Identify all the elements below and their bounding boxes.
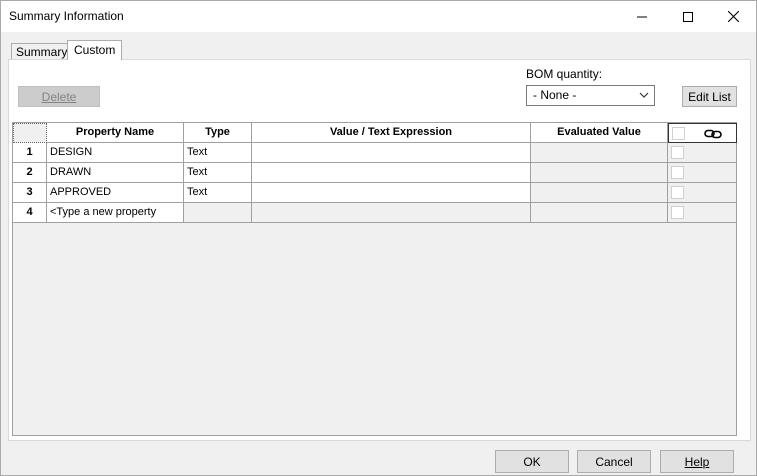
type-cell[interactable]: Text — [184, 143, 252, 163]
cancel-button[interactable]: Cancel — [577, 450, 651, 473]
column-header-evaluated-value[interactable]: Evaluated Value — [531, 123, 668, 143]
row-number[interactable]: 4 — [13, 203, 47, 223]
maximize-icon — [683, 11, 693, 22]
help-label: Help — [684, 454, 710, 469]
close-button[interactable] — [710, 1, 756, 32]
link-cell — [668, 183, 737, 203]
help-button[interactable]: Help — [660, 450, 734, 473]
value-cell[interactable] — [252, 163, 531, 183]
ok-label: OK — [523, 454, 541, 469]
link-cell — [668, 163, 737, 183]
type-cell[interactable]: Text — [184, 163, 252, 183]
summary-information-dialog: Summary Information Summary Custom Delet… — [0, 0, 757, 476]
type-cell[interactable] — [184, 203, 252, 223]
column-header-type[interactable]: Type — [184, 123, 252, 143]
delete-label: Delete — [41, 89, 77, 104]
maximize-button[interactable] — [665, 1, 711, 32]
select-all-checkbox[interactable] — [672, 127, 685, 140]
edit-list-label: Edit List — [688, 89, 731, 104]
edit-list-button[interactable]: Edit List — [682, 86, 737, 107]
value-cell[interactable] — [252, 183, 531, 203]
link-cell — [668, 203, 737, 223]
evaluated-value-cell — [531, 183, 668, 203]
column-header-link[interactable] — [668, 123, 737, 143]
value-cell[interactable] — [252, 143, 531, 163]
minimize-button[interactable] — [619, 1, 665, 32]
row-number[interactable]: 3 — [13, 183, 47, 203]
chevron-down-icon — [639, 92, 649, 98]
bom-quantity-value: - None - — [533, 88, 577, 102]
ok-button[interactable]: OK — [495, 450, 569, 473]
column-header-property-name[interactable]: Property Name — [47, 123, 184, 143]
property-name-cell[interactable]: DRAWN — [47, 163, 184, 183]
property-name-cell[interactable]: APPROVED — [47, 183, 184, 203]
row-checkbox[interactable] — [671, 206, 684, 219]
link-icon — [704, 129, 722, 139]
row-number[interactable]: 1 — [13, 143, 47, 163]
bom-quantity-label: BOM quantity: — [526, 67, 603, 81]
minimize-icon — [637, 16, 647, 17]
table-corner[interactable] — [13, 123, 47, 143]
cancel-label: Cancel — [595, 454, 633, 469]
row-checkbox[interactable] — [671, 166, 684, 179]
link-cell — [668, 143, 737, 163]
property-name-cell[interactable]: DESIGN — [47, 143, 184, 163]
tab-custom[interactable]: Custom — [67, 40, 123, 60]
type-cell[interactable]: Text — [184, 183, 252, 203]
evaluated-value-cell — [531, 163, 668, 183]
tab-summary[interactable]: Summary — [11, 43, 73, 59]
window-title: Summary Information — [9, 9, 124, 23]
title-bar: Summary Information — [1, 1, 756, 32]
row-checkbox[interactable] — [671, 146, 684, 159]
row-checkbox[interactable] — [671, 186, 684, 199]
value-cell[interactable] — [252, 203, 531, 223]
delete-button[interactable]: Delete — [18, 86, 100, 107]
evaluated-value-cell — [531, 203, 668, 223]
column-header-value[interactable]: Value / Text Expression — [252, 123, 531, 143]
close-icon — [727, 11, 739, 22]
new-property-cell[interactable]: <Type a new property — [47, 203, 184, 223]
row-number[interactable]: 2 — [13, 163, 47, 183]
evaluated-value-cell — [531, 143, 668, 163]
bom-quantity-select[interactable]: - None - — [526, 85, 655, 106]
custom-properties-table: Property Name Type Value / Text Expressi… — [12, 122, 737, 436]
